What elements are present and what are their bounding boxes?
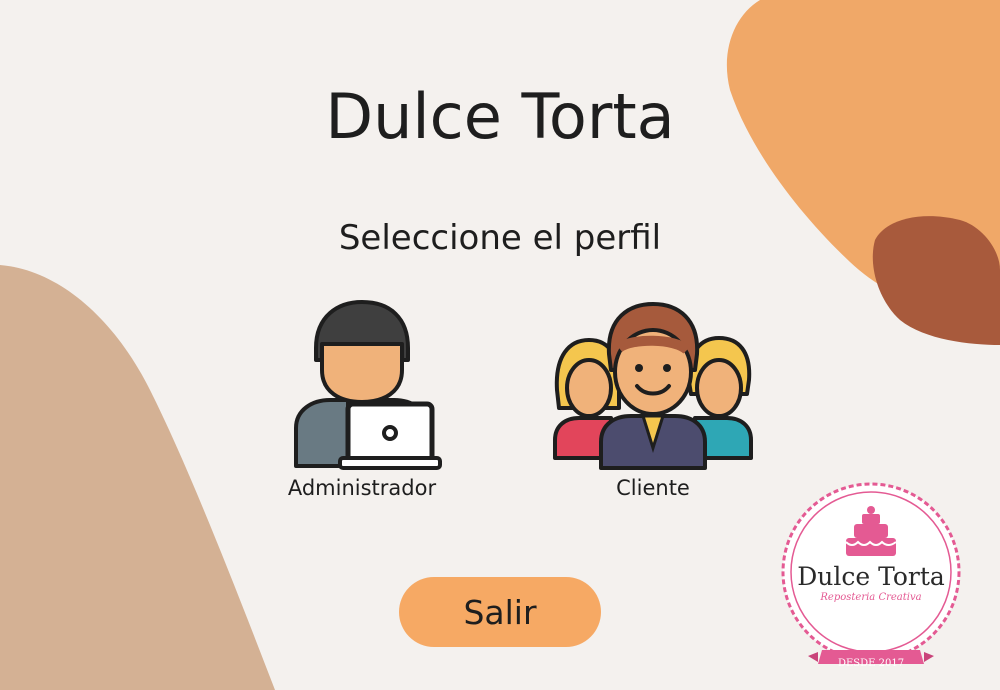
right-decor-blob	[726, 0, 1000, 345]
profile-label-administrador: Administrador	[287, 476, 437, 500]
brand-logo: Dulce Torta Reposteria Creativa DESDE 20…	[778, 480, 964, 680]
logo-title: Dulce Torta	[797, 562, 945, 591]
profile-cliente[interactable]: Cliente	[548, 298, 758, 500]
app-title: Dulce Torta	[325, 80, 675, 153]
logo-since: DESDE 2017	[837, 658, 905, 669]
client-group-icon	[553, 302, 753, 470]
logo-subtitle: Reposteria Creativa	[820, 592, 922, 603]
profile-administrador[interactable]: Administrador	[272, 298, 452, 500]
profile-label-cliente: Cliente	[616, 476, 690, 500]
exit-button[interactable]: Salir	[399, 577, 601, 647]
admin-laptop-icon	[294, 300, 442, 470]
select-profile-heading: Seleccione el perfil	[338, 218, 662, 258]
